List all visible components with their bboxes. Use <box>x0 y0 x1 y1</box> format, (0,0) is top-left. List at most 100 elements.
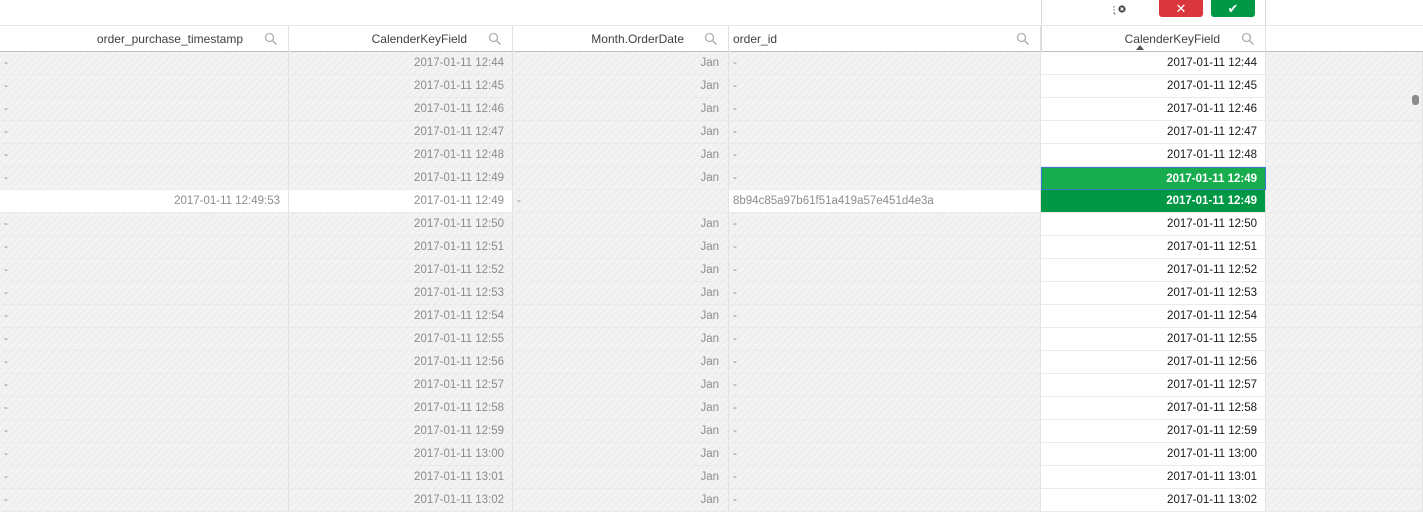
table-row[interactable]: -2017-01-11 12:53 Jan -2017-01-11 12:53 <box>0 282 1423 305</box>
table-cell[interactable]: 2017-01-11 12:48 <box>1041 144 1266 167</box>
scrollbar-thumb[interactable] <box>1412 95 1419 105</box>
column-header-label: order_purchase_timestamp <box>96 32 243 46</box>
table-cell: 2017-01-11 12:47 <box>289 121 513 144</box>
column-header-order-purchase-timestamp[interactable]: order_purchase_timestamp <box>0 26 289 52</box>
table-cell: - <box>0 489 289 512</box>
table-row[interactable]: -2017-01-11 13:02 Jan -2017-01-11 13:02 <box>0 489 1423 512</box>
table-cell[interactable]: 2017-01-11 12:58 <box>1041 397 1266 420</box>
table-cell[interactable]: 2017-01-11 12:47 <box>1041 121 1266 144</box>
table-cell[interactable]: 2017-01-11 12:49 <box>1041 167 1266 190</box>
table-cell: - <box>729 328 1041 351</box>
empty-cell <box>1266 374 1423 397</box>
table-cell: 2017-01-11 13:02 <box>289 489 513 512</box>
table-cell: - <box>0 397 289 420</box>
table-cell: Jan <box>513 121 729 144</box>
empty-cell <box>1266 259 1423 282</box>
table-cell[interactable]: 2017-01-11 13:02 <box>1041 489 1266 512</box>
empty-cell <box>1266 190 1423 213</box>
table-cell: 2017-01-11 12:52 <box>289 259 513 282</box>
table-cell: Jan <box>513 374 729 397</box>
table-cell: - <box>0 98 289 121</box>
table-cell[interactable]: 2017-01-11 13:01 <box>1041 466 1266 489</box>
table-cell: - <box>729 351 1041 374</box>
table-cell: Jan <box>513 328 729 351</box>
table-cell[interactable]: 2017-01-11 12:59 <box>1041 420 1266 443</box>
table-cell: 2017-01-11 13:01 <box>289 466 513 489</box>
search-icon[interactable] <box>1016 32 1030 46</box>
table-row[interactable]: -2017-01-11 12:45 Jan -2017-01-11 12:45 <box>0 75 1423 98</box>
table-row[interactable]: -2017-01-11 12:57 Jan -2017-01-11 12:57 <box>0 374 1423 397</box>
search-icon[interactable] <box>1241 32 1255 46</box>
table-row[interactable]: -2017-01-11 12:50 Jan -2017-01-11 12:50 <box>0 213 1423 236</box>
empty-cell <box>1266 121 1423 144</box>
search-icon[interactable] <box>264 32 278 46</box>
cancel-selection-button[interactable]: ✕ <box>1159 0 1203 17</box>
table-cell: Jan <box>513 282 729 305</box>
table-cell[interactable]: 2017-01-11 12:45 <box>1041 75 1266 98</box>
table-cell: - <box>0 236 289 259</box>
table-cell[interactable]: 2017-01-11 12:57 <box>1041 374 1266 397</box>
table-cell: - <box>729 305 1041 328</box>
table-cell[interactable]: 2017-01-11 12:53 <box>1041 282 1266 305</box>
column-header-label: Month.OrderDate <box>591 32 684 46</box>
column-header-calenderkeyfield-active[interactable]: CalenderKeyField <box>1041 26 1266 52</box>
search-icon[interactable] <box>704 32 718 46</box>
table-cell[interactable]: 2017-01-11 12:44 <box>1041 52 1266 75</box>
table-cell: - <box>729 282 1041 305</box>
table-cell: - <box>0 443 289 466</box>
table-cell: Jan <box>513 52 729 75</box>
column-header-label: CalenderKeyField <box>371 32 467 46</box>
table-row[interactable]: -2017-01-11 12:56 Jan -2017-01-11 12:56 <box>0 351 1423 374</box>
table-row[interactable]: -2017-01-11 12:47 Jan -2017-01-11 12:47 <box>0 121 1423 144</box>
table-cell: 2017-01-11 12:57 <box>289 374 513 397</box>
table-row[interactable]: -2017-01-11 12:49 Jan -2017-01-11 12:49 <box>0 167 1423 190</box>
table-cell: 2017-01-11 12:56 <box>289 351 513 374</box>
table-cell[interactable]: 2017-01-11 12:50 <box>1041 213 1266 236</box>
table-cell[interactable]: 2017-01-11 12:49 <box>1041 190 1266 213</box>
empty-cell <box>1266 98 1423 121</box>
table-row[interactable]: -2017-01-11 12:48 Jan -2017-01-11 12:48 <box>0 144 1423 167</box>
table-row[interactable]: -2017-01-11 13:00 Jan -2017-01-11 13:00 <box>0 443 1423 466</box>
clear-selection-icon[interactable] <box>1111 2 1129 18</box>
table-cell: 2017-01-11 12:51 <box>289 236 513 259</box>
table-cell: - <box>729 466 1041 489</box>
table-cell: 2017-01-11 12:53 <box>289 282 513 305</box>
search-icon[interactable] <box>488 32 502 46</box>
table-cell: - <box>729 167 1041 190</box>
table-row[interactable]: 2017-01-11 12:49:53 2017-01-11 12:49-8b94… <box>0 190 1423 213</box>
table-cell: - <box>513 190 729 213</box>
table-row[interactable]: -2017-01-11 12:44 Jan -2017-01-11 12:44 <box>0 52 1423 75</box>
table-row[interactable]: -2017-01-11 12:51 Jan -2017-01-11 12:51 <box>0 236 1423 259</box>
table-cell[interactable]: 2017-01-11 12:54 <box>1041 305 1266 328</box>
table-cell: - <box>0 167 289 190</box>
table-row[interactable]: -2017-01-11 12:46 Jan -2017-01-11 12:46 <box>0 98 1423 121</box>
table-cell: - <box>729 489 1041 512</box>
table-cell[interactable]: 2017-01-11 12:55 <box>1041 328 1266 351</box>
table-cell: Jan <box>513 167 729 190</box>
table-cell[interactable]: 2017-01-11 12:46 <box>1041 98 1266 121</box>
checkmark-icon: ✔ <box>1227 0 1239 16</box>
table-cell: 2017-01-11 12:45 <box>289 75 513 98</box>
table-cell: Jan <box>513 397 729 420</box>
table-cell[interactable]: 2017-01-11 12:52 <box>1041 259 1266 282</box>
table-row[interactable]: -2017-01-11 13:01 Jan -2017-01-11 13:01 <box>0 466 1423 489</box>
table-cell: - <box>729 52 1041 75</box>
table-cell: 2017-01-11 12:44 <box>289 52 513 75</box>
table-row[interactable]: -2017-01-11 12:54 Jan -2017-01-11 12:54 <box>0 305 1423 328</box>
table-row[interactable]: -2017-01-11 12:55 Jan -2017-01-11 12:55 <box>0 328 1423 351</box>
table-cell: 2017-01-11 12:59 <box>289 420 513 443</box>
table-row[interactable]: -2017-01-11 12:59 Jan -2017-01-11 12:59 <box>0 420 1423 443</box>
column-header-calenderkeyfield[interactable]: CalenderKeyField <box>289 26 513 52</box>
table-row[interactable]: -2017-01-11 12:52 Jan -2017-01-11 12:52 <box>0 259 1423 282</box>
table-cell[interactable]: 2017-01-11 13:00 <box>1041 443 1266 466</box>
table-cell: Jan <box>513 466 729 489</box>
empty-cell <box>1266 213 1423 236</box>
table-cell: - <box>0 420 289 443</box>
table-cell[interactable]: 2017-01-11 12:56 <box>1041 351 1266 374</box>
column-header-order-id[interactable]: order_id <box>729 26 1041 52</box>
table-cell: Jan <box>513 213 729 236</box>
table-row[interactable]: -2017-01-11 12:58 Jan -2017-01-11 12:58 <box>0 397 1423 420</box>
column-header-month-orderdate[interactable]: Month.OrderDate <box>513 26 729 52</box>
confirm-selection-button[interactable]: ✔ <box>1211 0 1255 17</box>
table-cell[interactable]: 2017-01-11 12:51 <box>1041 236 1266 259</box>
